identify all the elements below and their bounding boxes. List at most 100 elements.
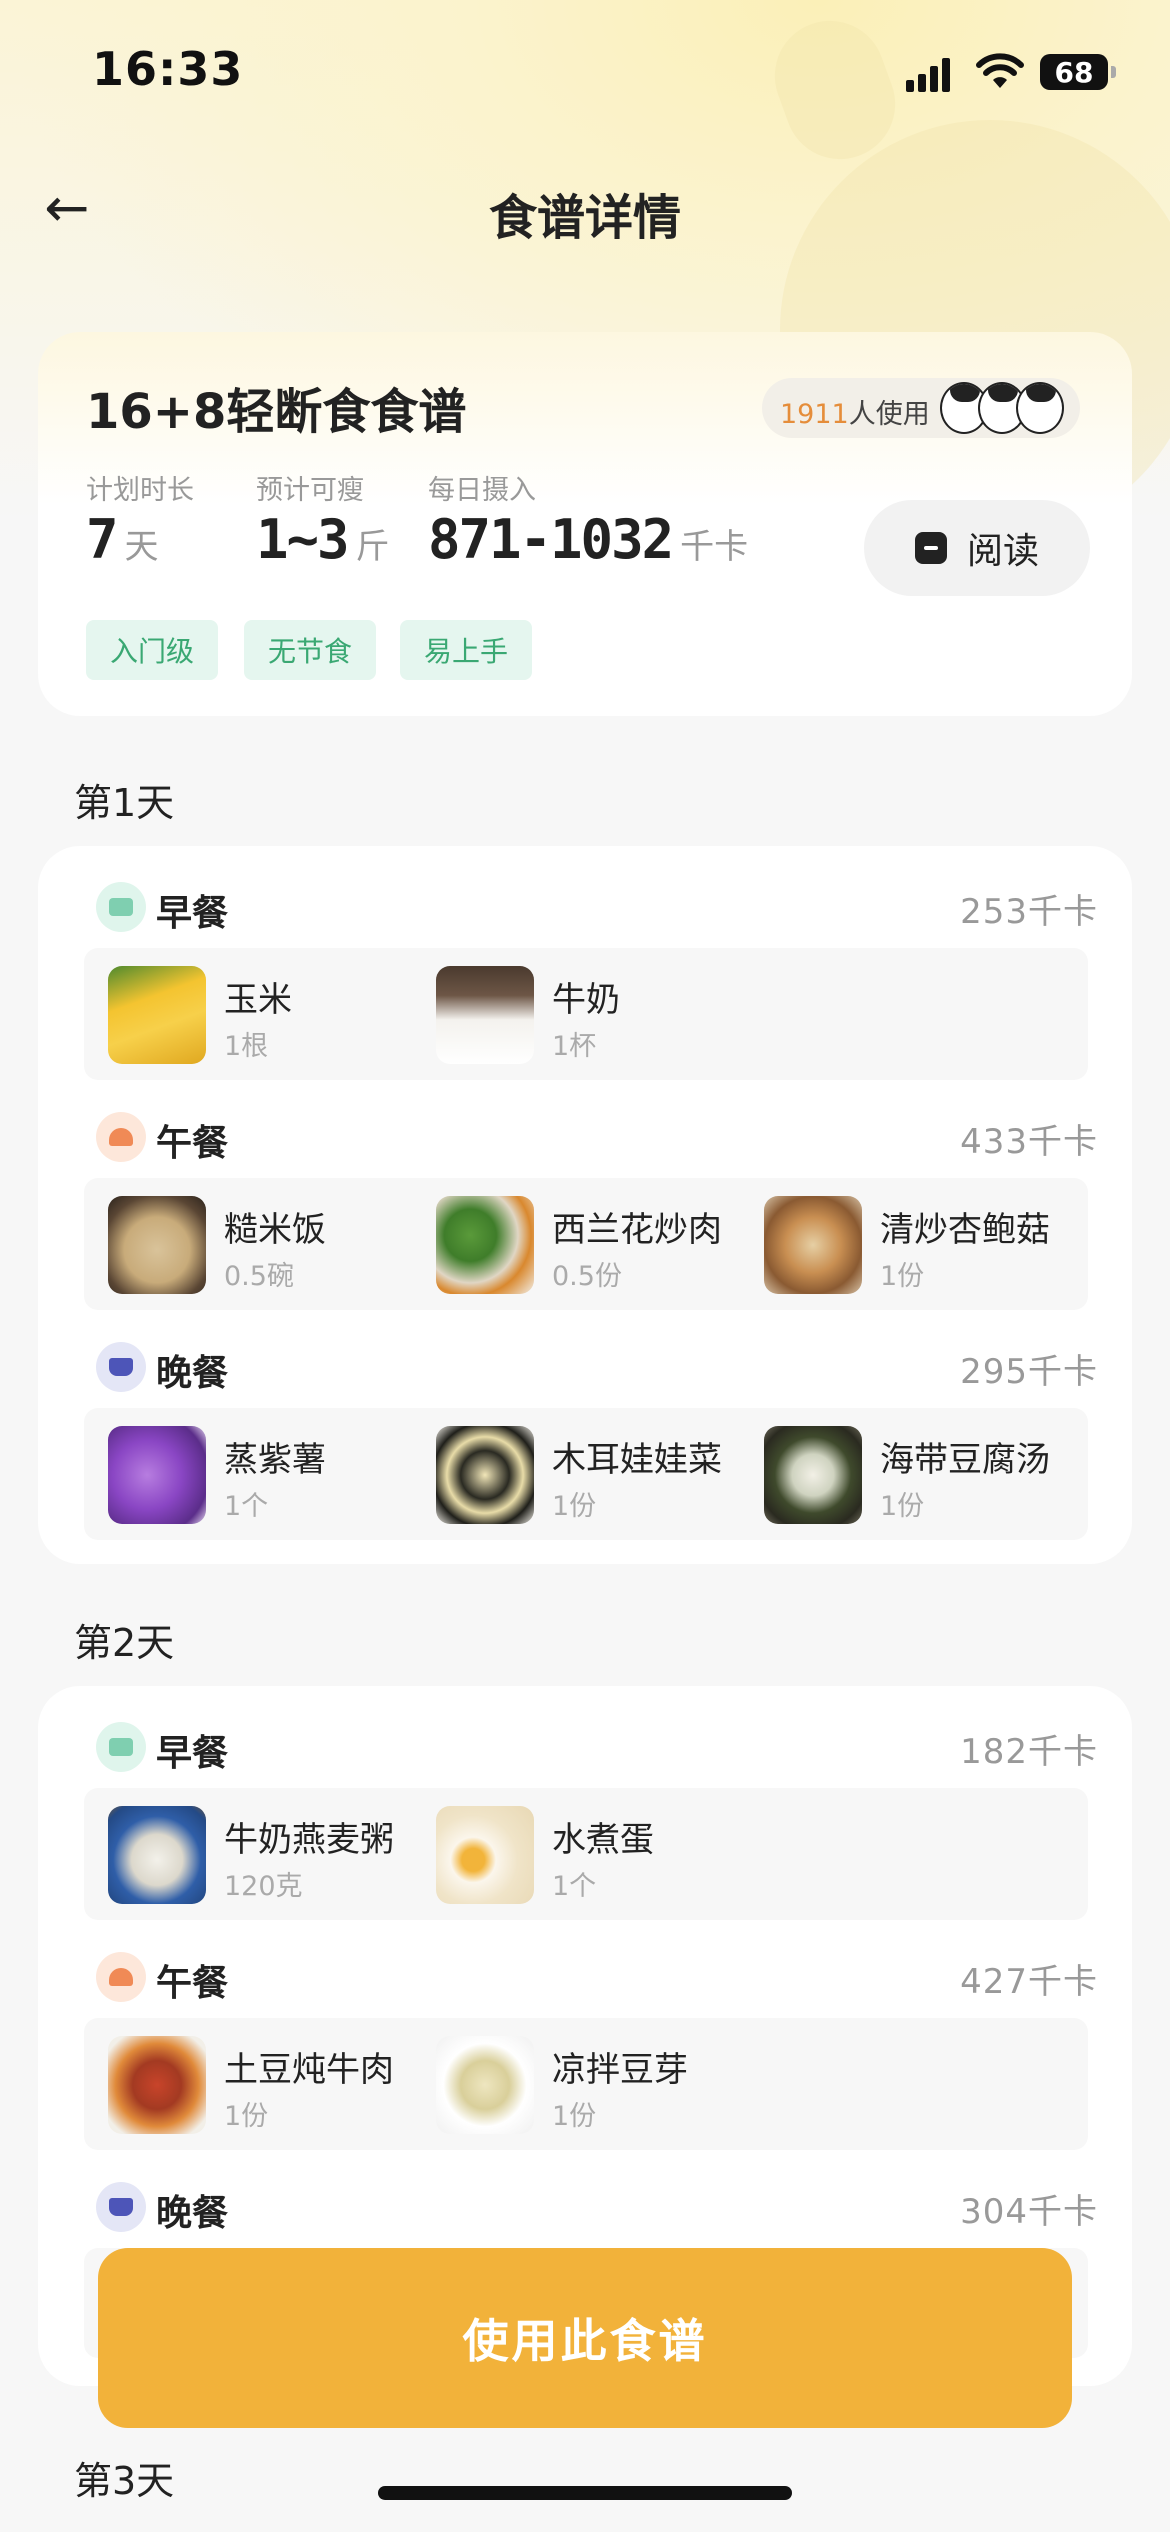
battery-icon: 68 [1040, 54, 1108, 90]
lunch-icon [96, 1952, 146, 2002]
food-qty: 1根 [224, 1031, 269, 1062]
food-item[interactable]: 土豆炖牛肉 1份 [108, 2036, 428, 2136]
food-item[interactable]: 西兰花炒肉 0.5份 [436, 1196, 756, 1296]
wifi-icon [976, 53, 1024, 88]
read-button-label: 阅读 [966, 531, 1039, 572]
stat-label: 预计可瘦 [256, 475, 364, 506]
read-button[interactable]: 阅读 [864, 500, 1090, 596]
stat-value: 7天 [86, 508, 159, 571]
meal-name: 早餐 [156, 1733, 229, 1774]
beef-potato-image [108, 2036, 206, 2134]
stat-label: 每日摄入 [428, 475, 536, 506]
food-name: 玉米 [224, 980, 292, 1020]
food-qty: 0.5碗 [224, 1261, 294, 1292]
food-name: 木耳娃娃菜 [552, 1440, 722, 1480]
meal-name: 午餐 [156, 1963, 229, 2004]
use-recipe-button[interactable]: 使用此食谱 [98, 2248, 1072, 2428]
meal-header-lunch: 午餐 433千卡 [86, 1104, 1097, 1164]
day-card[interactable]: 早餐 253千卡 玉米 1根 牛奶 1杯 午餐 433千卡 糙米饭 0.5碗 西… [38, 846, 1132, 1564]
food-qty: 1个 [552, 1871, 597, 1902]
battery-level: 68 [1054, 55, 1094, 89]
corn-image [108, 966, 206, 1064]
food-list: 玉米 1根 牛奶 1杯 [84, 948, 1088, 1080]
food-qty: 1杯 [552, 1031, 597, 1062]
meal-kcal: 182千卡 [960, 1732, 1098, 1772]
food-qty: 0.5份 [552, 1261, 622, 1292]
oatmeal-image [108, 1806, 206, 1904]
meal-kcal: 295千卡 [960, 1352, 1098, 1392]
food-item[interactable]: 蒸紫薯 1个 [108, 1426, 428, 1526]
food-list: 糙米饭 0.5碗 西兰花炒肉 0.5份 清炒杏鲍菇 1份 [84, 1178, 1088, 1310]
mushroom-image [764, 1196, 862, 1294]
food-name: 水煮蛋 [552, 1820, 654, 1860]
food-item[interactable]: 牛奶燕麦粥 120克 [108, 1806, 428, 1906]
food-item[interactable]: 牛奶 1杯 [436, 966, 756, 1066]
recipe-summary-card: 16+8轻断食食谱 1911人使用 计划时长 7天 预计可瘦 1~3 斤 每日摄入… [38, 332, 1132, 716]
recipe-title: 16+8轻断食食谱 [86, 384, 467, 440]
food-qty: 1份 [552, 2101, 597, 2132]
meal-kcal: 253千卡 [960, 892, 1098, 932]
food-item[interactable]: 木耳娃娃菜 1份 [436, 1426, 756, 1526]
tag: 易上手 [400, 620, 533, 680]
meal-header-dinner: 晚餐 295千卡 [86, 1334, 1097, 1394]
kelp-tofu-soup-image [764, 1426, 862, 1524]
meal-kcal: 304千卡 [960, 2192, 1098, 2232]
status-bar: 16:33 68 [0, 0, 1170, 140]
food-name: 海带豆腐汤 [880, 1440, 1050, 1480]
food-name: 土豆炖牛肉 [224, 2050, 394, 2090]
food-item[interactable]: 水煮蛋 1个 [436, 1806, 756, 1906]
purple-potato-image [108, 1426, 206, 1524]
food-qty: 1份 [880, 1491, 925, 1522]
meal-kcal: 433千卡 [960, 1122, 1098, 1162]
lunch-icon [96, 1112, 146, 1162]
meal-name: 晚餐 [156, 1353, 229, 1394]
food-name: 蒸紫薯 [224, 1440, 326, 1480]
meal-header-dinner: 晚餐 304千卡 [86, 2174, 1097, 2234]
users-suffix: 人使用 [848, 399, 930, 430]
meal-name: 晚餐 [156, 2193, 229, 2234]
fungus-cabbage-image [436, 1426, 534, 1524]
broccoli-pork-image [436, 1196, 534, 1294]
meal-name: 午餐 [156, 1123, 229, 1164]
users-badge[interactable]: 1911人使用 [762, 378, 1080, 438]
food-item[interactable]: 糙米饭 0.5碗 [108, 1196, 428, 1296]
food-name: 西兰花炒肉 [552, 1210, 722, 1250]
users-text: 1911人使用 [780, 392, 930, 431]
food-item[interactable]: 海带豆腐汤 1份 [764, 1426, 1084, 1526]
users-count: 1911 [780, 399, 849, 430]
food-qty: 120克 [224, 1871, 303, 1902]
dinner-icon [96, 2182, 146, 2232]
food-list: 蒸紫薯 1个 木耳娃娃菜 1份 海带豆腐汤 1份 [84, 1408, 1088, 1540]
tag: 入门级 [86, 620, 219, 680]
status-time: 16:33 [92, 42, 244, 96]
avatar-group [940, 382, 1072, 434]
food-item[interactable]: 凉拌豆芽 1份 [436, 2036, 756, 2136]
meal-header-breakfast: 早餐 182千卡 [86, 1714, 1097, 1774]
food-qty: 1份 [224, 2101, 269, 2132]
food-name: 清炒杏鲍菇 [880, 1210, 1050, 1250]
stat-value: 1~3 斤 [256, 508, 390, 571]
food-list: 土豆炖牛肉 1份 凉拌豆芽 1份 [84, 2018, 1088, 2150]
food-qty: 1份 [552, 1491, 597, 1522]
page-title: 食谱详情 [488, 190, 681, 246]
food-list: 牛奶燕麦粥 120克 水煮蛋 1个 [84, 1788, 1088, 1920]
food-name: 凉拌豆芽 [552, 2050, 688, 2090]
breakfast-icon [96, 1722, 146, 1772]
food-name: 牛奶燕麦粥 [224, 1820, 394, 1860]
food-item[interactable]: 清炒杏鲍菇 1份 [764, 1196, 1084, 1296]
meal-header-breakfast: 早餐 253千卡 [86, 874, 1097, 934]
stat-value: 871-1032 千卡 [428, 508, 749, 571]
food-item[interactable]: 玉米 1根 [108, 966, 428, 1066]
meal-header-lunch: 午餐 427千卡 [86, 1944, 1097, 2004]
food-qty: 1份 [880, 1261, 925, 1292]
meal-kcal: 427千卡 [960, 1962, 1098, 2002]
food-name: 糙米饭 [224, 1210, 326, 1250]
home-indicator [378, 2486, 792, 2500]
battery-tip [1111, 66, 1116, 78]
milk-image [436, 966, 534, 1064]
day-heading: 第1天 [74, 781, 175, 825]
tag: 无节食 [244, 620, 377, 680]
boiled-egg-image [436, 1806, 534, 1904]
day-heading: 第3天 [74, 2459, 175, 2503]
bean-sprouts-image [436, 2036, 534, 2134]
